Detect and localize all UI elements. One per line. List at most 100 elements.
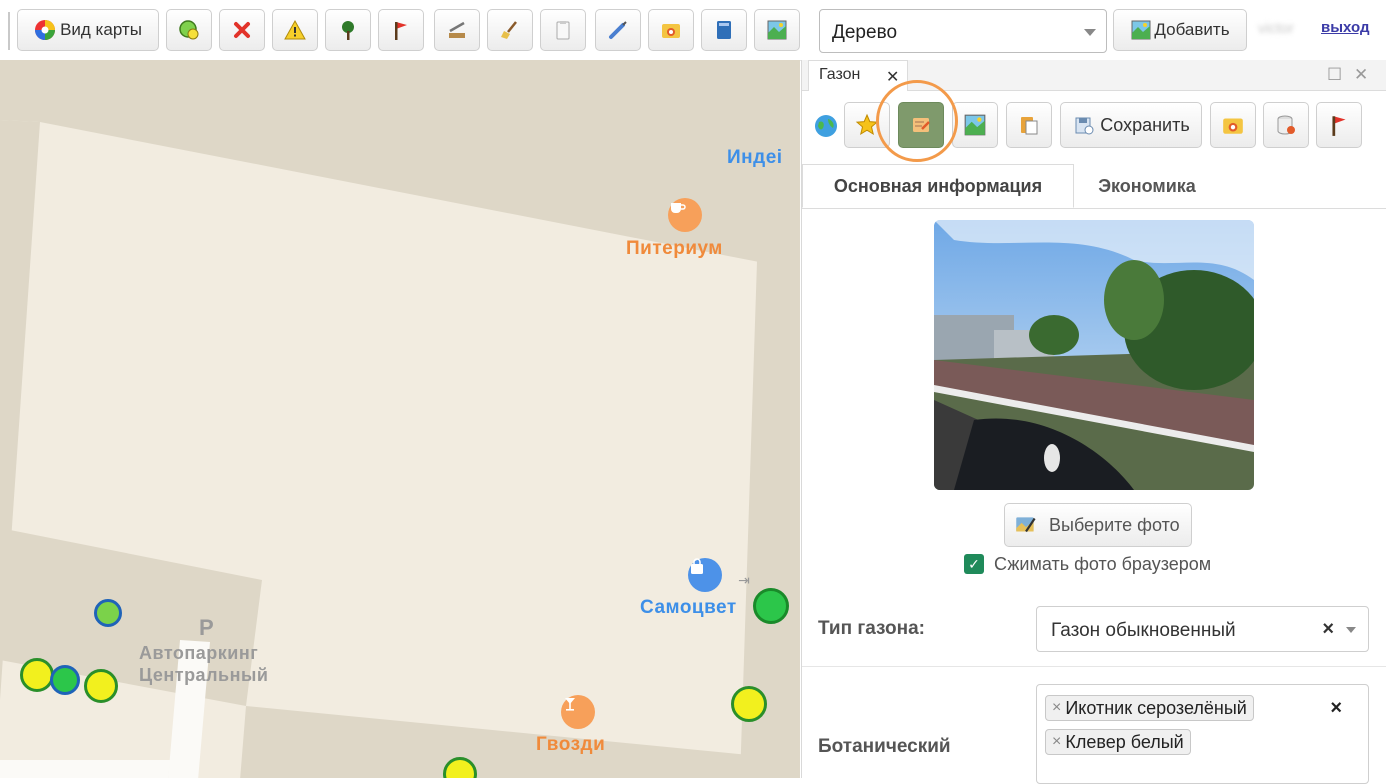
species-chip-label: Клевер белый xyxy=(1065,731,1184,752)
tree-pin-icon xyxy=(342,21,354,40)
compress-checkbox-row[interactable]: ✓ Сжимать фото браузером xyxy=(964,552,1211,576)
delete-icon xyxy=(234,22,250,38)
marker[interactable] xyxy=(94,599,122,627)
save-icon xyxy=(1075,117,1094,135)
sweep-button[interactable] xyxy=(487,9,533,51)
delete-button[interactable] xyxy=(219,9,265,51)
map-image-button[interactable] xyxy=(952,102,998,148)
shop-poi-icon[interactable] xyxy=(688,558,722,592)
flag-pin-button[interactable] xyxy=(1316,102,1362,148)
bar-poi-icon[interactable] xyxy=(561,695,595,729)
photo-folder-button[interactable] xyxy=(1210,102,1256,148)
clear-icon[interactable]: × xyxy=(1322,618,1334,641)
map-image-icon xyxy=(1131,20,1151,40)
species-chip-label: Икотник серозелёный xyxy=(1065,697,1247,718)
maximize-icon[interactable]: ☐ xyxy=(1327,65,1342,85)
cafe-poi-icon[interactable] xyxy=(668,198,702,232)
flag-pin-button[interactable] xyxy=(378,9,424,51)
delete-record-button[interactable] xyxy=(1263,102,1309,148)
chevron-down-icon xyxy=(1346,627,1356,633)
save-button[interactable]: Сохранить xyxy=(1060,102,1202,148)
choose-photo-label: Выберите фото xyxy=(1049,514,1180,535)
globe-icon[interactable] xyxy=(814,114,838,138)
marker[interactable] xyxy=(753,588,789,624)
toolbar-edge xyxy=(8,12,10,50)
user-name: victor xyxy=(1258,20,1294,37)
map-label-gvozdi: Гвозди xyxy=(536,734,606,755)
logout-link[interactable]: выход xyxy=(1321,19,1370,36)
tab-economics[interactable]: Экономика xyxy=(1074,164,1220,208)
species-chip[interactable]: × Клевер белый xyxy=(1045,729,1191,755)
choose-photo-button[interactable]: Выберите фото xyxy=(1004,503,1192,547)
map-label-piterium: Питериум xyxy=(626,238,723,259)
map-canvas xyxy=(0,60,800,778)
cut-tree-button[interactable] xyxy=(434,9,480,51)
marker[interactable] xyxy=(20,658,54,692)
tree-pin-button[interactable] xyxy=(325,9,371,51)
species-chip[interactable]: × Икотник серозелёный xyxy=(1045,695,1254,721)
warning-button[interactable] xyxy=(272,9,318,51)
add-circle-icon xyxy=(179,20,199,40)
paste-icon xyxy=(1021,117,1038,135)
map-view-button[interactable]: Вид карты xyxy=(17,9,159,51)
chevron-down-icon xyxy=(1084,29,1096,36)
map-label-indep: Индеі xyxy=(727,147,783,168)
compress-label: Сжимать фото браузером xyxy=(994,553,1212,574)
add-object-button[interactable] xyxy=(166,9,212,51)
map-image-button[interactable] xyxy=(754,9,800,51)
clear-all-icon[interactable]: × xyxy=(1330,697,1342,720)
clipboard-icon xyxy=(556,21,570,40)
syringe-button[interactable] xyxy=(595,9,641,51)
database-delete-icon xyxy=(1277,115,1295,135)
sweep-icon xyxy=(501,21,517,39)
tab-main-info[interactable]: Основная информация xyxy=(802,164,1074,208)
species-multiselect[interactable]: × Икотник серозелёный × × Клевер белый xyxy=(1036,684,1369,784)
marker[interactable] xyxy=(50,665,80,695)
paste-button[interactable] xyxy=(1006,102,1052,148)
map-image-icon xyxy=(964,114,986,136)
section-tabs: Основная информация Экономика xyxy=(802,164,1386,209)
object-panel: Газон ✕ ☐ ✕ Сохранить Основная информаци… xyxy=(801,60,1386,784)
close-window-icon[interactable]: ✕ xyxy=(1354,65,1368,85)
photo-edit-icon xyxy=(1016,517,1036,533)
lawn-type-select[interactable]: Газон обыкновенный × xyxy=(1036,606,1369,652)
lawn-type-label: Тип газона: xyxy=(818,618,925,639)
map-view-label: Вид карты xyxy=(60,20,142,39)
tab-lawn-label: Газон xyxy=(819,66,861,83)
top-toolbar: Вид карты Дерево Добавить victor выход xyxy=(0,0,1386,61)
map-label-samocvet: Самоцвет xyxy=(640,597,737,618)
object-type-select[interactable]: Дерево xyxy=(819,9,1107,53)
marker[interactable] xyxy=(731,686,767,722)
photo-folder-icon xyxy=(662,24,680,38)
flag-pin-icon xyxy=(1332,116,1346,136)
photo-folder-button[interactable] xyxy=(648,9,694,51)
lawn-photo[interactable] xyxy=(934,220,1254,490)
marker[interactable] xyxy=(84,669,118,703)
flag-pin-icon xyxy=(395,22,407,40)
botanical-label: Ботанический xyxy=(818,736,951,757)
map-image-icon xyxy=(767,20,787,40)
syringe-icon xyxy=(609,21,627,39)
save-label: Сохранить xyxy=(1100,114,1190,135)
add-button[interactable]: Добавить xyxy=(1113,9,1247,51)
add-label: Добавить xyxy=(1154,20,1230,39)
warning-icon xyxy=(284,19,306,40)
photo-folder-icon xyxy=(1223,118,1243,134)
map-label-parking: Автопаркинг Центральный xyxy=(139,643,269,685)
map-view[interactable]: Индеі Питериум ⇥ Самоцвет Гвозди P Автоп… xyxy=(0,60,800,778)
book-icon xyxy=(717,21,731,39)
divider xyxy=(802,666,1386,667)
color-wheel-icon xyxy=(35,20,56,40)
cut-tree-icon xyxy=(449,21,465,38)
panel-tabbar: Газон ✕ ☐ ✕ xyxy=(802,60,1386,91)
lawn-type-value: Газон обыкновенный xyxy=(1051,620,1236,641)
object-type-value: Дерево xyxy=(832,22,898,43)
remove-chip-icon[interactable]: × xyxy=(1052,733,1061,751)
book-button[interactable] xyxy=(701,9,747,51)
remove-chip-icon[interactable]: × xyxy=(1052,699,1061,717)
highlight-ring xyxy=(876,80,958,162)
entrance-icon: ⇥ xyxy=(738,571,750,588)
compress-checkbox[interactable]: ✓ xyxy=(964,554,984,574)
parking-icon: P xyxy=(199,615,215,640)
clipboard-button[interactable] xyxy=(540,9,586,51)
